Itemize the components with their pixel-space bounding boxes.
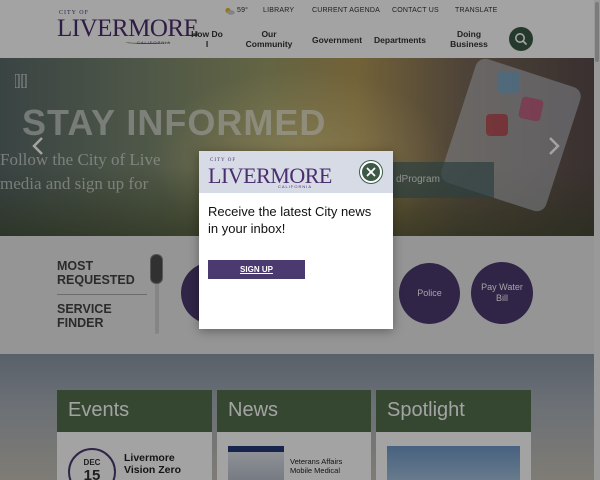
modal-header: CITY OF LIVERMORE CALIFORNIA (199, 151, 393, 193)
modal-logo-state: CALIFORNIA (278, 184, 313, 189)
sign-up-button[interactable]: SIGN UP (208, 260, 305, 279)
modal-logo-wordmark: LIVERMORE (208, 163, 332, 188)
modal-message: Receive the latest City news in your inb… (208, 204, 372, 236)
close-button[interactable] (360, 161, 382, 183)
modal-logo: CITY OF LIVERMORE CALIFORNIA (208, 156, 332, 189)
close-icon (366, 167, 376, 177)
newsletter-modal: CITY OF LIVERMORE CALIFORNIA Receive the… (199, 151, 393, 329)
page: CITY OF LIVERMORE CALIFORNIA 59° LIBRARY… (0, 0, 600, 480)
